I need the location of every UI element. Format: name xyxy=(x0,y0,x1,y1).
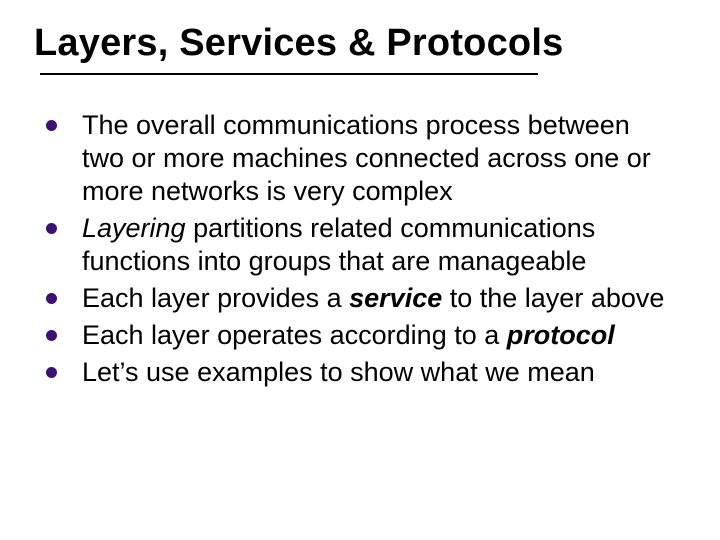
list-item: The overall communications process betwe… xyxy=(42,109,666,208)
bullet-text-pre: The overall communications process betwe… xyxy=(82,110,651,206)
list-item: Layering partitions related communicatio… xyxy=(42,212,666,278)
bullet-text-em: protocol xyxy=(507,320,615,350)
list-item: Let’s use examples to show what we mean xyxy=(42,356,666,389)
bullet-list: The overall communications process betwe… xyxy=(34,109,686,389)
list-item: Each layer operates according to a proto… xyxy=(42,319,666,352)
bullet-text-pre: Each layer operates according to a xyxy=(82,320,507,350)
bullet-icon xyxy=(46,120,57,131)
bullet-text-post: to the layer above xyxy=(442,283,664,313)
bullet-icon xyxy=(46,223,57,234)
bullet-text-pre: Let’s use examples to show what we mean xyxy=(82,357,595,387)
bullet-text-pre: Each layer provides a xyxy=(82,283,349,313)
bullet-text-em: service xyxy=(349,283,442,313)
bullet-icon xyxy=(46,330,57,341)
bullet-icon xyxy=(46,293,57,304)
slide: Layers, Services & Protocols The overall… xyxy=(0,0,720,540)
bullet-icon xyxy=(46,367,57,378)
bullet-text-em: Layering xyxy=(82,213,186,243)
list-item: Each layer provides a service to the lay… xyxy=(42,282,666,315)
title-underline xyxy=(40,73,538,75)
slide-title: Layers, Services & Protocols xyxy=(34,22,686,65)
